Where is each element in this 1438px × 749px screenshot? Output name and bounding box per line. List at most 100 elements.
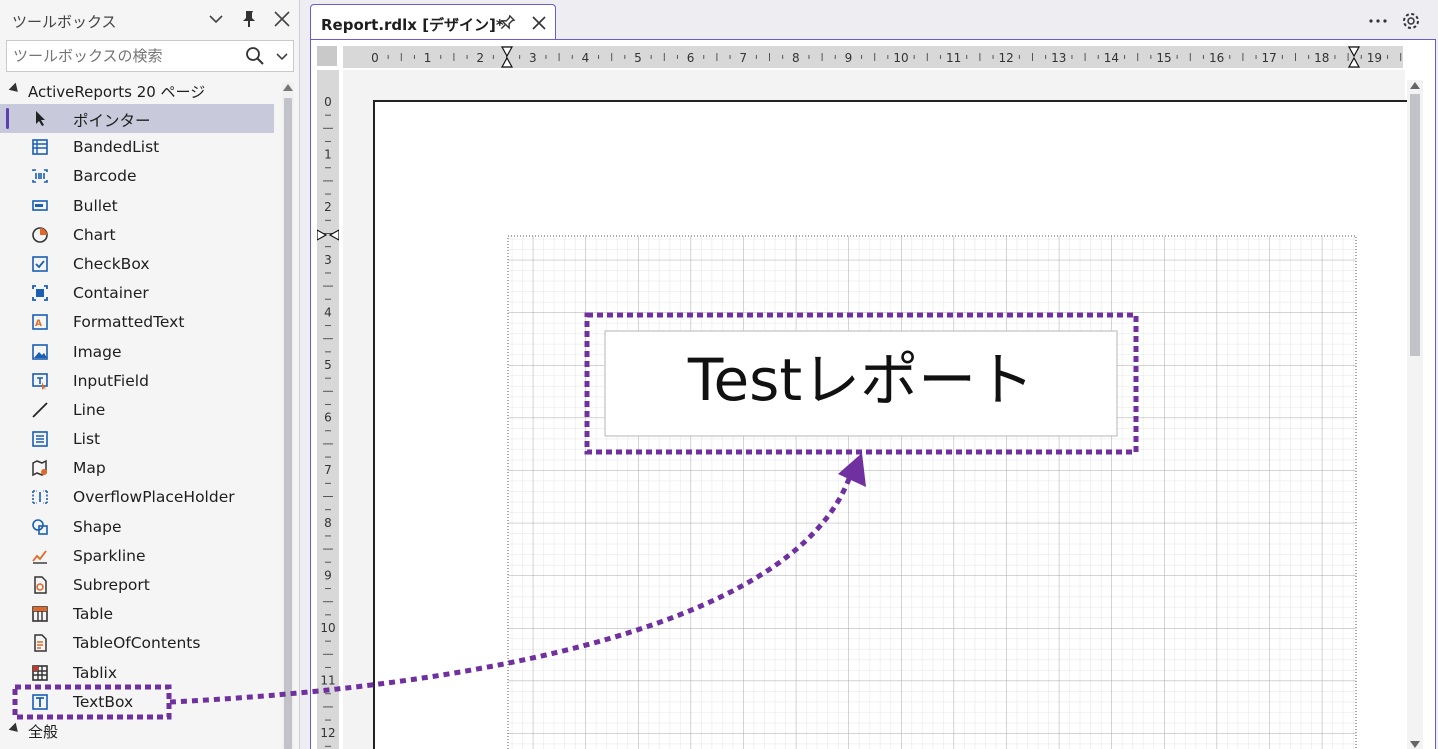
- search-options-chevron-icon[interactable]: [273, 47, 291, 65]
- subreport-icon: [30, 575, 50, 595]
- toolbox-item-chart[interactable]: Chart: [0, 221, 274, 250]
- scroll-down-icon[interactable]: [1410, 741, 1420, 748]
- ruler-tick-label: 16: [1209, 51, 1224, 65]
- gear-icon[interactable]: [1400, 10, 1422, 32]
- margin-marker-icon[interactable]: [500, 46, 514, 68]
- toolbox-item-label: Sparkline: [73, 546, 146, 565]
- toolbox-item-label: BandedList: [73, 138, 160, 157]
- scrollbar-thumb[interactable]: [1410, 94, 1420, 356]
- scroll-up-icon[interactable]: [1410, 82, 1420, 89]
- ruler-tick-label: 11: [946, 51, 961, 65]
- pin-icon[interactable]: [238, 8, 260, 30]
- toolbox-item-label: TextBox: [73, 692, 134, 711]
- toolbox-item-label: Container: [73, 284, 149, 303]
- toolbox-item-label: OverflowPlaceHolder: [73, 488, 235, 507]
- ruler-tick-label: 18: [1314, 51, 1329, 65]
- toolbox-item-bandedlist[interactable]: BandedList: [0, 133, 274, 162]
- toolbox-item-label: Bullet: [73, 196, 118, 215]
- scrollbar-thumb[interactable]: [284, 98, 292, 749]
- close-tab-icon[interactable]: [529, 13, 549, 33]
- toolbox-item-label: FormattedText: [73, 313, 185, 332]
- toolbox-item-barcode[interactable]: Barcode: [0, 162, 274, 191]
- ruler-tick-label: 3: [324, 253, 332, 267]
- toolbox-item-textbox[interactable]: TextBox: [0, 688, 274, 717]
- ruler-tick-label: 14: [1104, 51, 1119, 65]
- ruler-tick-label: 4: [582, 51, 590, 65]
- overflowplaceholder-icon: [30, 487, 50, 507]
- ruler-tick-label: 7: [324, 463, 332, 477]
- search-icon[interactable]: [245, 46, 265, 66]
- toolbox-item-label: Tablix: [73, 663, 118, 682]
- ruler-tick-label: 0: [371, 51, 379, 65]
- ruler-tick-label: 17: [1262, 51, 1277, 65]
- toolbox-item-pointer[interactable]: ポインター: [0, 104, 274, 134]
- toolbox-item-container[interactable]: Container: [0, 279, 274, 308]
- toolbox-item-overflowplaceholder[interactable]: OverflowPlaceHolder: [0, 483, 274, 512]
- search-input[interactable]: [13, 46, 233, 66]
- toolbox-item-shape[interactable]: Shape: [0, 513, 274, 542]
- close-icon[interactable]: [271, 8, 293, 30]
- expand-triangle-icon[interactable]: [8, 82, 22, 96]
- toolbox-item-line[interactable]: Line: [0, 396, 274, 425]
- ide-window: ツールボックス ActiveReports: [0, 0, 1438, 749]
- toolbox-item-inputfield[interactable]: InputField: [0, 367, 274, 396]
- expand-triangle-icon[interactable]: [8, 722, 22, 736]
- textbox-icon: [30, 692, 50, 712]
- margin-marker-icon[interactable]: [1347, 46, 1361, 68]
- inputfield-icon: [30, 371, 50, 391]
- toolbox-item-formattedtext[interactable]: A FormattedText: [0, 308, 274, 337]
- toolbox-item-tableofcontents[interactable]: TableOfContents: [0, 629, 274, 658]
- vertical-ruler[interactable]: 0 1 2 3 4 5 6 7 8 9 10 11 12: [316, 70, 340, 749]
- toolbox-group-general[interactable]: 全般: [0, 718, 280, 744]
- ruler-tick-label: 12: [999, 51, 1014, 65]
- tab-report-design[interactable]: Report.rdlx [デザイン]*: [310, 4, 556, 40]
- container-icon: [30, 283, 50, 303]
- pin-icon[interactable]: [497, 13, 517, 33]
- toolbox-item-label: Table: [73, 605, 114, 624]
- report-page[interactable]: Testレポート: [373, 100, 1413, 749]
- chevron-down-icon[interactable]: [205, 8, 227, 30]
- tab-label: Report.rdlx [デザイン]*: [321, 16, 504, 34]
- toolbox-item-label: List: [73, 430, 101, 449]
- toolbox-scrollbar[interactable]: [282, 82, 294, 749]
- sparkline-icon: [30, 546, 50, 566]
- toolbox-item-checkbox[interactable]: CheckBox: [0, 250, 274, 279]
- ruler-tick-label: 11: [320, 674, 335, 688]
- toolbox-header: ツールボックス: [0, 0, 300, 40]
- toolbox-group-activereports[interactable]: ActiveReports 20 ページ: [0, 78, 280, 104]
- ruler-tick-label: 1: [324, 148, 332, 162]
- toolbox-item-map[interactable]: Map: [0, 454, 274, 483]
- ruler-tick-label: 15: [1156, 51, 1171, 65]
- bandedlist-icon: [30, 137, 50, 157]
- toolbox-item-list[interactable]: List: [0, 425, 274, 454]
- toolbox-item-label: Line: [73, 400, 106, 419]
- image-icon: [30, 342, 50, 362]
- group-label: ActiveReports 20 ページ: [28, 83, 206, 101]
- toolbox-item-subreport[interactable]: Subreport: [0, 571, 274, 600]
- chart-icon: [30, 225, 50, 245]
- toolbox-item-sparkline[interactable]: Sparkline: [0, 542, 274, 571]
- design-canvas[interactable]: Testレポート: [343, 70, 1413, 749]
- horizontal-ruler[interactable]: 0 1 2 3 4 5 6 7 8 9 10 11 12 13 14 15 16 17 18 19: [343, 46, 1403, 68]
- toolbox-item-label: CheckBox: [73, 254, 150, 273]
- barcode-icon: [30, 166, 50, 186]
- ruler-tick-label: 5: [324, 358, 332, 372]
- ruler-tick-label: 3: [529, 51, 537, 65]
- more-options-icon[interactable]: [1366, 10, 1390, 30]
- toolbox-item-label: Shape: [73, 517, 122, 536]
- design-vertical-scrollbar[interactable]: [1407, 80, 1423, 749]
- ruler-tick-label: 7: [739, 51, 747, 65]
- scroll-up-icon[interactable]: [283, 84, 293, 91]
- toolbox-search[interactable]: [6, 40, 294, 72]
- table-icon: [30, 604, 50, 624]
- ruler-tick-label: 8: [324, 516, 332, 530]
- formattedtext-icon: A: [30, 312, 50, 332]
- ruler-tick-label: 6: [687, 51, 695, 65]
- ruler-tick-label: 2: [324, 200, 332, 214]
- toolbox-item-image[interactable]: Image: [0, 338, 274, 367]
- ruler-tick-label: 9: [324, 568, 332, 582]
- toolbox-item-bullet[interactable]: Bullet: [0, 192, 274, 221]
- toolbox-item-tablix[interactable]: Tablix: [0, 659, 274, 688]
- toolbox-item-table[interactable]: Table: [0, 600, 274, 629]
- margin-marker-icon[interactable]: [316, 228, 340, 242]
